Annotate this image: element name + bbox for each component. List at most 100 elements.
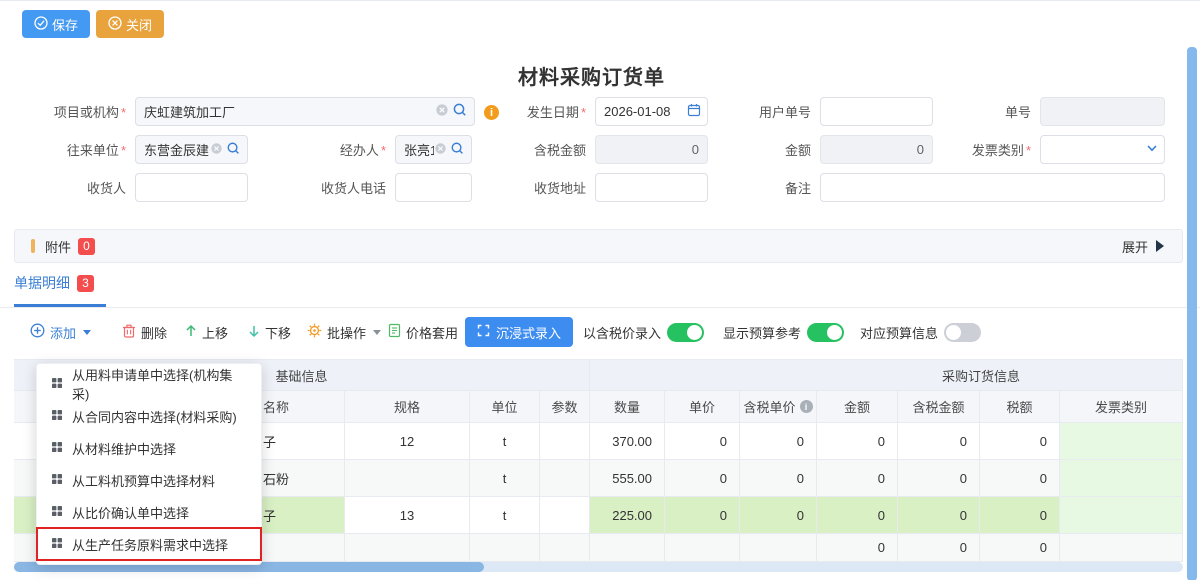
menu-item-5[interactable]: 从生产任务原料需求中选择 xyxy=(37,528,261,560)
date-input[interactable]: 2026-01-08 xyxy=(595,97,708,126)
menu-item-label: 从比价确认单中选择 xyxy=(72,503,189,522)
field-agent: 经办人 张亮1 xyxy=(305,135,472,164)
menu-item-3[interactable]: 从工料机预算中选择材料 xyxy=(37,464,261,496)
receiver-input[interactable] xyxy=(135,173,248,202)
cell-qty[interactable] xyxy=(590,534,665,562)
price-apply-button[interactable]: 价格套用 xyxy=(388,314,458,350)
add-dropdown-menu: 从用料申请单中选择(机构集采)从合同内容中选择(材料采购)从材料维护中选择从工料… xyxy=(36,363,262,565)
menu-item-1[interactable]: 从合同内容中选择(材料采购) xyxy=(37,400,261,432)
menu-item-label: 从工料机预算中选择材料 xyxy=(72,471,215,490)
cell-amount[interactable]: 0 xyxy=(817,497,898,534)
invoice-type-select[interactable] xyxy=(1040,135,1165,164)
top-toolbar: 保存 关闭 xyxy=(0,1,1200,47)
cell-qty[interactable]: 370.00 xyxy=(590,423,665,460)
cell-tax_price[interactable]: 0 xyxy=(740,460,817,497)
cell-invoice[interactable] xyxy=(1060,460,1183,497)
cell-spec[interactable]: 12 xyxy=(345,423,470,460)
move-down-button[interactable]: 下移 xyxy=(248,314,291,350)
attachment-bar[interactable]: 附件 0 展开 xyxy=(14,229,1183,263)
menu-item-label: 从生产任务原料需求中选择 xyxy=(72,535,228,554)
clear-icon[interactable] xyxy=(210,142,223,158)
menu-item-4[interactable]: 从比价确认单中选择 xyxy=(37,496,261,528)
cell-unit[interactable]: t xyxy=(470,423,540,460)
header-cell-param: 参数 xyxy=(540,391,590,423)
info-icon[interactable]: i xyxy=(800,400,813,413)
info-icon[interactable]: i xyxy=(484,105,499,120)
move-up-button[interactable]: 上移 xyxy=(185,314,228,350)
search-icon[interactable] xyxy=(452,102,468,121)
cell-tax_amount[interactable]: 0 xyxy=(898,460,980,497)
cell-invoice[interactable] xyxy=(1060,423,1183,460)
cell-tax_price[interactable] xyxy=(740,534,817,562)
cell-param[interactable] xyxy=(540,534,590,562)
fullscreen-brackets-icon xyxy=(477,324,490,340)
detail-count-badge: 3 xyxy=(77,275,94,292)
cell-tax[interactable]: 0 xyxy=(980,423,1060,460)
cell-unit[interactable]: t xyxy=(470,497,540,534)
cell-tax[interactable]: 0 xyxy=(980,460,1060,497)
cell-tax_amount[interactable]: 0 xyxy=(898,423,980,460)
field-user-no: 用户单号 xyxy=(730,97,933,126)
plus-circle-icon xyxy=(30,323,45,341)
cell-price[interactable]: 0 xyxy=(665,423,740,460)
cell-param[interactable] xyxy=(540,497,590,534)
cell-param[interactable] xyxy=(540,460,590,497)
batch-ops-button[interactable]: 批操作 xyxy=(307,314,381,350)
cell-invoice[interactable] xyxy=(1060,534,1183,562)
detail-tab-label: 单据明细 xyxy=(14,273,70,293)
menu-item-0[interactable]: 从用料申请单中选择(机构集采) xyxy=(37,368,261,400)
cell-qty[interactable]: 225.00 xyxy=(590,497,665,534)
agent-input[interactable]: 张亮1 xyxy=(395,135,472,164)
remark-input[interactable] xyxy=(820,173,1165,202)
cell-price[interactable]: 0 xyxy=(665,497,740,534)
cell-tax_amount[interactable]: 0 xyxy=(898,497,980,534)
vertical-scrollbar[interactable] xyxy=(1187,47,1197,580)
cell-invoice[interactable] xyxy=(1060,497,1183,534)
close-circle-icon xyxy=(108,16,122,33)
cell-tax_amount[interactable]: 0 xyxy=(898,534,980,562)
user-no-input[interactable] xyxy=(820,97,933,126)
cell-spec[interactable] xyxy=(345,460,470,497)
cell-amount[interactable]: 0 xyxy=(817,423,898,460)
cell-unit[interactable]: t xyxy=(470,460,540,497)
attachment-count-badge: 0 xyxy=(78,238,95,255)
cell-unit[interactable] xyxy=(470,534,540,562)
save-button[interactable]: 保存 xyxy=(22,10,90,38)
field-receiver-phone: 收货人电话 xyxy=(305,173,472,202)
tax-price-entry-switch[interactable] xyxy=(667,323,704,342)
search-icon[interactable] xyxy=(226,141,241,159)
clear-icon[interactable] xyxy=(434,142,447,158)
doc-no-input xyxy=(1040,97,1165,126)
cell-price[interactable]: 0 xyxy=(665,460,740,497)
cell-tax[interactable]: 0 xyxy=(980,497,1060,534)
expand-button[interactable]: 展开 xyxy=(1122,237,1164,256)
add-button[interactable]: 添加 xyxy=(30,314,91,350)
address-input[interactable] xyxy=(595,173,708,202)
cell-param[interactable] xyxy=(540,423,590,460)
cell-tax_price[interactable]: 0 xyxy=(740,497,817,534)
immersive-entry-button[interactable]: 沉浸式录入 xyxy=(465,317,573,347)
project-input[interactable]: 庆虹建筑加工厂 xyxy=(135,97,475,126)
clear-icon[interactable] xyxy=(435,103,449,120)
cell-amount[interactable]: 0 xyxy=(817,534,898,562)
menu-item-2[interactable]: 从材料维护中选择 xyxy=(37,432,261,464)
cell-tax[interactable]: 0 xyxy=(980,534,1060,562)
calendar-icon[interactable] xyxy=(687,103,701,120)
receiver-phone-input[interactable] xyxy=(395,173,472,202)
cell-amount[interactable]: 0 xyxy=(817,460,898,497)
toggle-label: 以含税价录入 xyxy=(583,323,661,342)
budget-info-switch[interactable] xyxy=(944,323,981,342)
cell-spec[interactable] xyxy=(345,534,470,562)
budget-reference-switch[interactable] xyxy=(807,323,844,342)
supplier-input[interactable]: 东营金辰建 xyxy=(135,135,248,164)
cell-tax_price[interactable]: 0 xyxy=(740,423,817,460)
remark-label: 备注 xyxy=(730,178,820,197)
close-button[interactable]: 关闭 xyxy=(96,10,164,38)
cell-spec[interactable]: 13 xyxy=(345,497,470,534)
tab-detail[interactable]: 单据明细 3 xyxy=(14,273,94,293)
menu-item-label: 从用料申请单中选择(机构集采) xyxy=(72,365,247,403)
search-icon[interactable] xyxy=(450,141,465,159)
delete-button[interactable]: 删除 xyxy=(122,314,167,350)
cell-qty[interactable]: 555.00 xyxy=(590,460,665,497)
cell-price[interactable] xyxy=(665,534,740,562)
